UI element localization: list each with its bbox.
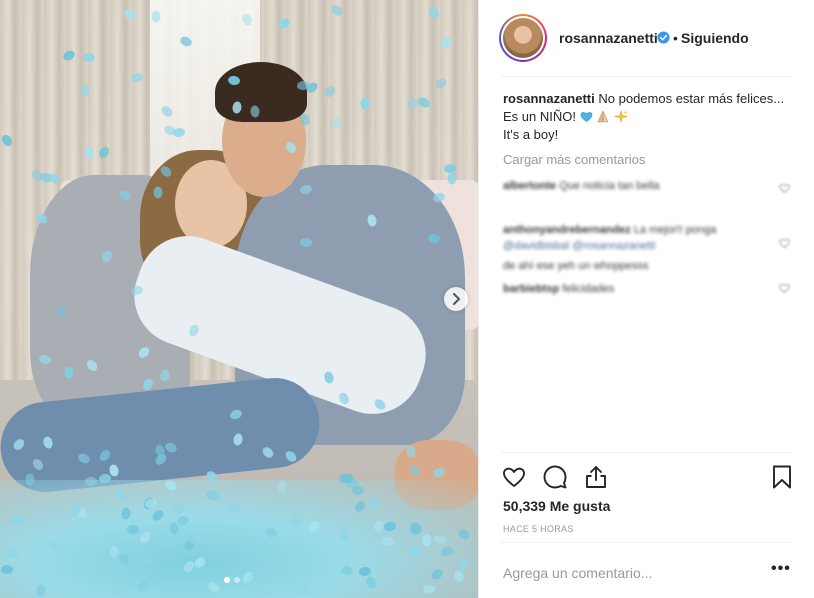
confetti-piece <box>126 524 139 534</box>
comment-username[interactable]: albertonte <box>503 180 556 192</box>
praying-hands-icon <box>597 110 609 123</box>
carousel-dot-active <box>224 577 230 583</box>
confetti-piece <box>422 534 432 547</box>
comment-like-icon[interactable] <box>779 238 790 248</box>
caption-translation: It's a boy! <box>503 127 559 142</box>
confetti-piece <box>382 537 395 547</box>
carousel-dot <box>234 577 240 583</box>
blue-heart-icon <box>580 112 592 122</box>
comment-item: de ahí ese yeh un whoppesss <box>503 258 753 274</box>
comment-text: La mejor!! ponga <box>633 224 717 236</box>
divider <box>501 542 793 543</box>
divider <box>501 76 793 77</box>
heart-outline-icon[interactable] <box>501 464 527 490</box>
comment-text: Que noticia tan bella <box>559 180 660 192</box>
comment-item: barbiebtsp felicidades <box>503 281 753 297</box>
comment-item: albertonte Que noticia tan bella <box>503 178 753 194</box>
post-header: rosannazanetti • Siguiendo <box>479 0 814 77</box>
comment-like-icon[interactable] <box>779 183 790 193</box>
caption-username[interactable]: rosannazanetti <box>503 91 595 106</box>
post-caption: rosannazanetti No podemos estar más feli… <box>503 90 793 144</box>
avatar-image <box>503 18 543 58</box>
header-username[interactable]: rosannazanetti <box>559 30 658 46</box>
comment-username[interactable]: anthonyandrebernandez <box>503 224 631 236</box>
post-photo[interactable] <box>0 0 478 598</box>
divider <box>501 452 793 453</box>
comment-text: de ahí ese yeh un whoppesss <box>503 260 649 272</box>
comment-like-icon[interactable] <box>779 283 790 293</box>
carousel-indicator <box>224 577 240 583</box>
comment-bubble-icon[interactable] <box>542 464 568 490</box>
comment-text: felicidades <box>562 283 615 295</box>
comment-mention[interactable]: @rosannazanetti <box>572 240 655 252</box>
like-count[interactable]: 50,339 Me gusta <box>503 498 610 514</box>
comment-item: anthonyandrebernandez La mejor!! ponga @… <box>503 222 753 254</box>
confetti-piece <box>172 504 185 514</box>
carousel-next-button[interactable] <box>444 287 468 311</box>
load-more-comments-link[interactable]: Cargar más comentarios <box>503 152 645 167</box>
post-side-panel: rosannazanetti • Siguiendo rosannazanett… <box>478 0 814 598</box>
confetti-piece <box>227 503 240 513</box>
confetti-piece <box>64 366 74 379</box>
sparkles-icon <box>614 110 628 123</box>
avatar[interactable] <box>499 14 547 62</box>
following-button[interactable]: Siguiendo <box>681 30 749 46</box>
comment-mention[interactable]: @davidbisbal <box>503 240 569 252</box>
avatar-frame <box>501 16 545 60</box>
man-hair <box>215 62 307 122</box>
chevron-right-icon <box>453 293 460 305</box>
add-comment-input[interactable] <box>503 562 753 584</box>
header-separator: • <box>673 30 678 46</box>
share-icon[interactable] <box>583 464 609 490</box>
bookmark-icon[interactable] <box>769 464 795 490</box>
confetti-piece <box>249 104 260 118</box>
verified-badge-icon <box>657 31 670 44</box>
post-timestamp[interactable]: HACE 5 HORAS <box>503 524 574 534</box>
confetti-piece <box>351 485 365 495</box>
more-options-button[interactable]: ••• <box>771 561 793 582</box>
confetti-piece <box>423 584 436 594</box>
comment-username[interactable]: barbiebtsp <box>503 283 559 295</box>
